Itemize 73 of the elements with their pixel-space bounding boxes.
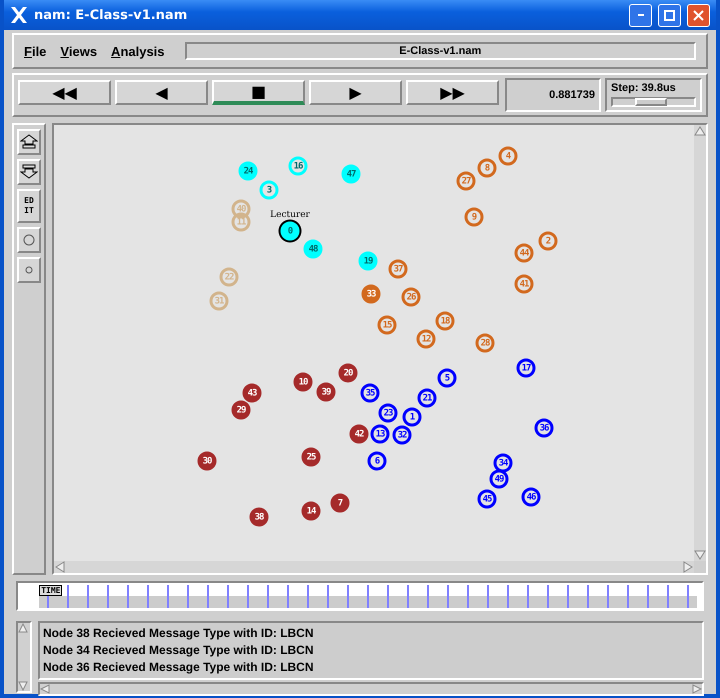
network-node[interactable]: 33 — [362, 284, 380, 304]
network-node[interactable]: 25 — [302, 448, 320, 466]
network-node[interactable]: 10 — [294, 372, 312, 392]
network-node[interactable]: 45 — [478, 490, 496, 508]
playback-button[interactable]: ▶▶ — [406, 80, 499, 105]
dot-button[interactable] — [17, 257, 41, 283]
close-button[interactable] — [687, 4, 710, 26]
playback-button[interactable]: ▶ — [309, 80, 402, 105]
scroll-left-icon[interactable] — [40, 684, 50, 694]
menu-item[interactable]: Analysis — [111, 44, 165, 58]
zoom-in-button[interactable] — [17, 129, 41, 155]
network-node[interactable]: 7 — [330, 494, 350, 512]
network-node[interactable]: 16 — [288, 156, 308, 176]
x-logo-icon — [10, 6, 28, 24]
network-node[interactable]: 42 — [350, 424, 368, 444]
menu-item[interactable]: File — [24, 44, 46, 58]
scroll-up-icon[interactable] — [694, 125, 706, 137]
log-line: Node 34 Recieved Message Type with ID: LBCN — [43, 642, 315, 659]
scroll-up-icon[interactable] — [18, 623, 28, 633]
network-node[interactable]: 36 — [534, 418, 554, 438]
network-node[interactable]: 0 — [280, 222, 300, 240]
time-readout: 0.881739 — [505, 78, 601, 112]
network-node[interactable]: 21 — [418, 388, 436, 408]
network-node[interactable]: 1 — [402, 408, 422, 426]
network-node[interactable]: 23 — [378, 404, 398, 422]
menu-item[interactable]: Views — [60, 44, 98, 58]
time-marker[interactable]: TIME — [39, 585, 62, 596]
playback-button[interactable]: ◀ — [115, 80, 208, 105]
network-node[interactable]: 38 — [250, 508, 268, 526]
minimize-button[interactable] — [629, 4, 652, 26]
zoom-out-button[interactable] — [17, 159, 41, 185]
step-label: Step: 39.8us — [611, 82, 677, 94]
window-title: nam: E-Class-v1.nam — [34, 8, 188, 22]
network-node[interactable]: 3 — [260, 180, 278, 200]
network-node[interactable]: 46 — [522, 488, 540, 506]
minimize-icon — [638, 14, 644, 16]
network-node[interactable]: 49 — [490, 470, 508, 488]
scroll-down-icon[interactable] — [694, 549, 706, 561]
network-node[interactable]: 19 — [358, 252, 378, 270]
step-slider-thumb[interactable] — [635, 98, 668, 106]
network-node[interactable]: 43 — [242, 384, 262, 402]
file-name-label: E-Class-v1.nam — [184, 42, 696, 60]
scroll-right-icon[interactable] — [692, 684, 702, 694]
playback-button[interactable]: ■ — [212, 80, 305, 105]
scroll-down-icon[interactable] — [18, 681, 28, 691]
network-node[interactable]: 6 — [368, 452, 386, 470]
zoom-out-icon — [20, 164, 38, 180]
network-node[interactable]: 32 — [392, 426, 412, 444]
circle-button[interactable] — [17, 227, 41, 253]
network-node[interactable]: 5 — [438, 368, 456, 388]
circle-icon — [23, 234, 35, 246]
zoom-in-icon — [20, 134, 38, 150]
playback-button[interactable]: ◀◀ — [18, 80, 111, 105]
network-node[interactable]: 14 — [302, 502, 320, 520]
log-line: Node 38 Recieved Message Type with ID: LBCN — [43, 625, 315, 642]
network-node[interactable]: 39 — [316, 382, 336, 402]
maximize-button[interactable] — [658, 4, 681, 26]
node-caption: Lecturer — [270, 210, 310, 220]
close-icon — [692, 8, 705, 22]
maximize-icon — [663, 8, 676, 22]
network-node[interactable]: 13 — [370, 424, 390, 444]
network-node[interactable]: 35 — [360, 384, 380, 402]
edit-button[interactable]: EDIT — [17, 189, 41, 223]
network-node[interactable]: 17 — [516, 358, 536, 378]
network-node[interactable]: 30 — [198, 452, 216, 470]
network-node[interactable]: 29 — [232, 400, 250, 420]
network-node[interactable]: 48 — [304, 240, 322, 258]
network-node[interactable]: 20 — [338, 364, 358, 382]
network-node[interactable]: 24 — [238, 162, 258, 180]
log-line: Node 36 Recieved Message Type with ID: LBCN — [43, 659, 315, 676]
network-node[interactable]: 47 — [342, 164, 360, 184]
network-node[interactable]: 34 — [494, 454, 512, 472]
small-circle-icon — [25, 266, 33, 274]
